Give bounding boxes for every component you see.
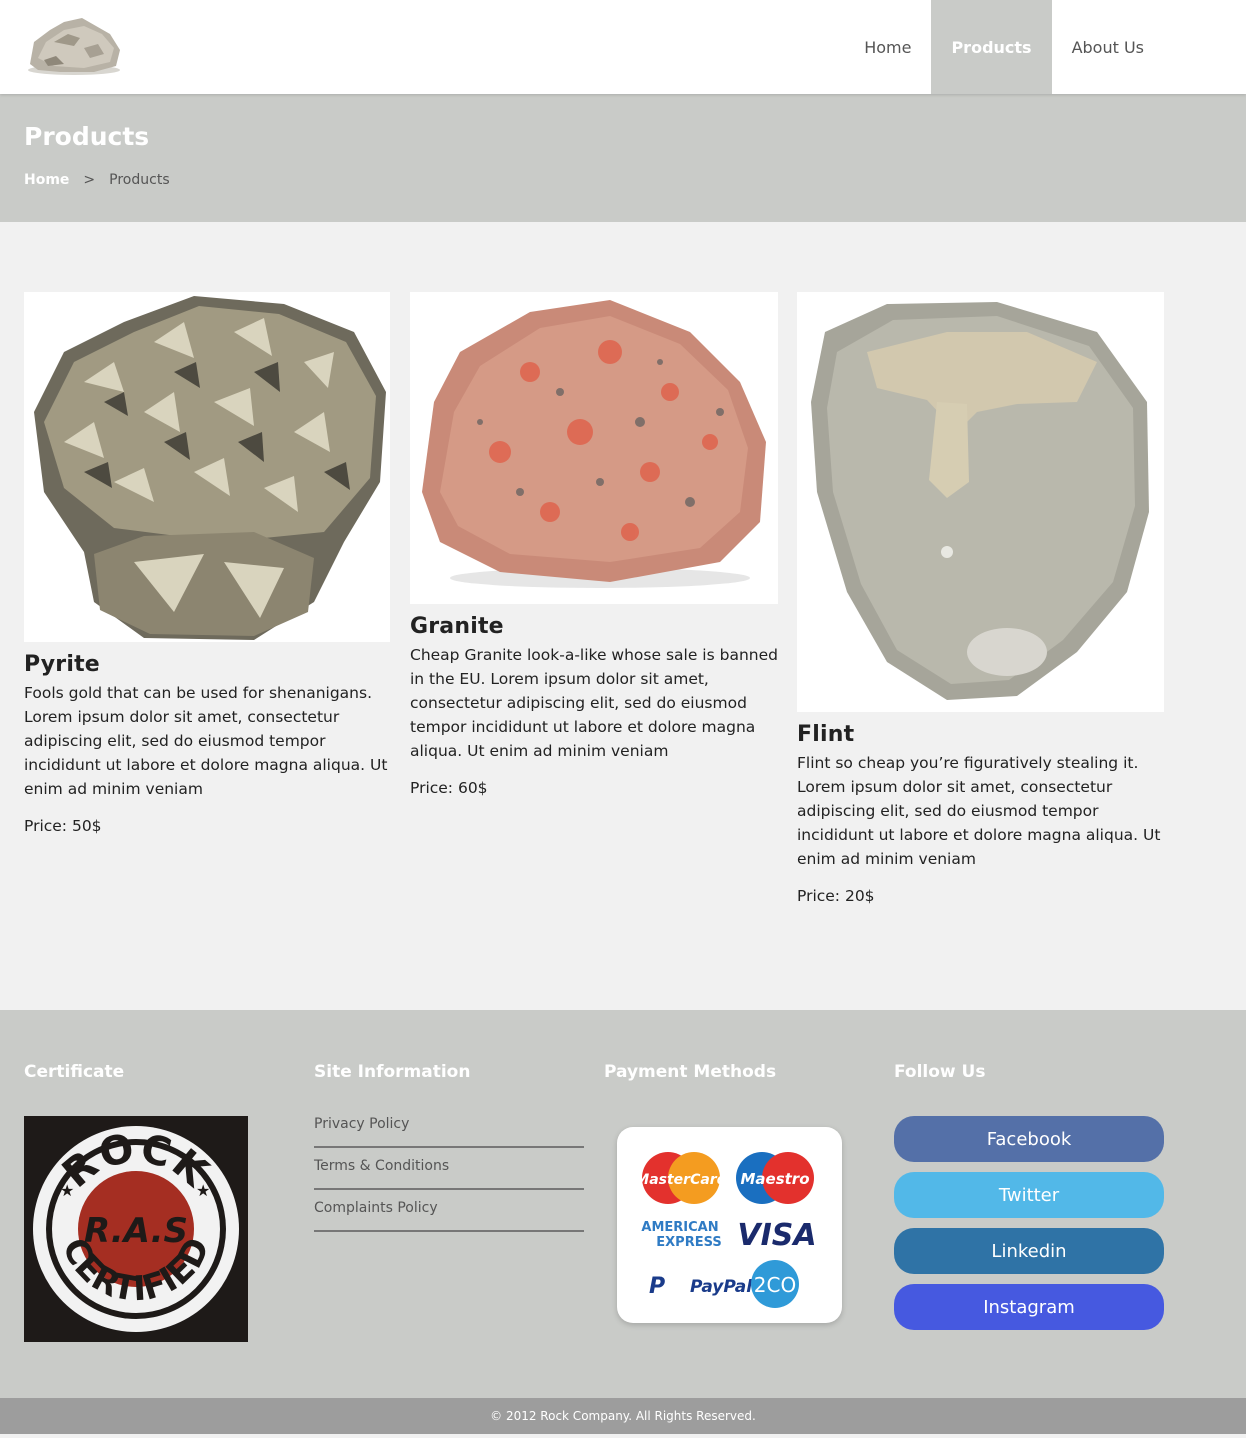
payment-logos: MasterCard Maestro AMERICAN EXPRESS VISA… <box>617 1127 842 1323</box>
copyright-bar: © 2012 Rock Company. All Rights Reserved… <box>0 1398 1246 1434</box>
facebook-button[interactable]: Facebook <box>894 1116 1164 1162</box>
paypal-icon: P PayPal <box>649 1274 753 1299</box>
linkedin-button[interactable]: Linkedin <box>894 1228 1164 1274</box>
flint-image <box>797 292 1164 712</box>
product-description: Fools gold that can be used for shenanig… <box>24 684 388 798</box>
maestro-icon: Maestro <box>736 1152 814 1204</box>
mastercard-label: MasterCard <box>635 1172 727 1188</box>
site-information-heading: Site Information <box>314 1062 471 1082</box>
follow-us-heading: Follow Us <box>894 1062 986 1082</box>
payment-methods-heading: Payment Methods <box>604 1062 777 1082</box>
mastercard-icon: MasterCard <box>635 1152 728 1204</box>
main-nav: Home Products About Us <box>844 0 1164 94</box>
complaints-policy-link[interactable]: Complaints Policy <box>314 1190 584 1232</box>
site-information-links: Privacy Policy Terms & Conditions Compla… <box>314 1106 584 1232</box>
product-price: Price: 50$ <box>24 817 102 835</box>
certificate-heading: Certificate <box>24 1062 125 1082</box>
site-header: Home Products About Us <box>0 0 1246 94</box>
granite-image <box>410 292 778 604</box>
pyrite-image <box>24 292 390 642</box>
paypal-label: PayPal <box>690 1277 753 1297</box>
certificate-badge-icon: ROCK CERTIFIED R.A.S ★ ★ <box>24 1116 248 1342</box>
product-card-pyrite: Pyrite Fools gold that can be used for s… <box>24 292 390 835</box>
svg-text:★: ★ <box>60 1181 74 1200</box>
2co-label: 2CO <box>754 1273 796 1297</box>
amex-label-top: AMERICAN <box>641 1220 718 1235</box>
maestro-label: Maestro <box>740 1170 809 1188</box>
terms-conditions-link[interactable]: Terms & Conditions <box>314 1148 584 1190</box>
product-card-flint: Flint Flint so cheap you’re figuratively… <box>797 292 1164 905</box>
product-card-granite: Granite Cheap Granite look-a-like whose … <box>410 292 778 797</box>
instagram-button[interactable]: Instagram <box>894 1284 1164 1330</box>
visa-icon: VISA <box>737 1218 816 1253</box>
nav-about-us[interactable]: About Us <box>1052 0 1164 94</box>
svg-text:P: P <box>649 1274 665 1299</box>
page-header-band: Products Home > Products <box>0 94 1246 222</box>
badge-center-text: R.A.S <box>84 1211 188 1251</box>
page-title: Products <box>24 122 150 151</box>
breadcrumb-home-link[interactable]: Home <box>24 172 69 188</box>
nav-products[interactable]: Products <box>931 0 1052 94</box>
2co-icon: 2CO <box>751 1260 799 1308</box>
breadcrumb: Home > Products <box>24 172 170 188</box>
svg-text:★: ★ <box>196 1181 210 1200</box>
product-name: Granite <box>410 614 504 639</box>
site-footer: Certificate ROCK CERTIFIED R.A.S ★ ★ Sit… <box>0 1010 1246 1398</box>
product-description: Cheap Granite look-a-like whose sale is … <box>410 646 778 760</box>
product-price: Price: 60$ <box>410 779 488 797</box>
product-name: Flint <box>797 722 855 747</box>
rock-logo-icon[interactable] <box>24 12 124 76</box>
breadcrumb-current: Products <box>109 172 170 188</box>
product-description: Flint so cheap you’re figuratively steal… <box>797 754 1161 868</box>
privacy-policy-link[interactable]: Privacy Policy <box>314 1106 584 1148</box>
american-express-icon: AMERICAN EXPRESS <box>641 1220 721 1250</box>
product-name: Pyrite <box>24 652 100 677</box>
breadcrumb-separator: > <box>83 172 96 188</box>
nav-home[interactable]: Home <box>844 0 931 94</box>
amex-label-bottom: EXPRESS <box>656 1235 721 1250</box>
product-price: Price: 20$ <box>797 887 875 905</box>
twitter-button[interactable]: Twitter <box>894 1172 1164 1218</box>
